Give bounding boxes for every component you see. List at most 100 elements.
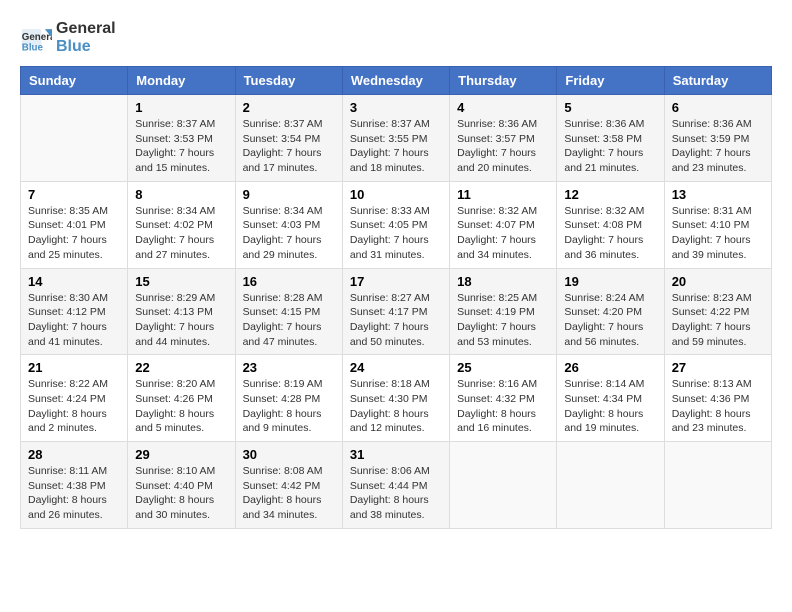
day-detail: Sunrise: 8:32 AMSunset: 4:07 PMDaylight:…: [457, 204, 549, 263]
calendar-cell: 21 Sunrise: 8:22 AMSunset: 4:24 PMDaylig…: [21, 355, 128, 442]
day-number: 31: [350, 447, 442, 462]
day-detail: Sunrise: 8:20 AMSunset: 4:26 PMDaylight:…: [135, 377, 227, 436]
day-number: 26: [564, 360, 656, 375]
day-number: 11: [457, 187, 549, 202]
day-number: 17: [350, 274, 442, 289]
weekday-header-row: SundayMondayTuesdayWednesdayThursdayFrid…: [21, 67, 772, 95]
day-number: 24: [350, 360, 442, 375]
weekday-header-tuesday: Tuesday: [235, 67, 342, 95]
day-detail: Sunrise: 8:23 AMSunset: 4:22 PMDaylight:…: [672, 291, 764, 350]
day-detail: Sunrise: 8:34 AMSunset: 4:03 PMDaylight:…: [243, 204, 335, 263]
svg-text:Blue: Blue: [22, 42, 44, 53]
day-number: 1: [135, 100, 227, 115]
calendar-cell: 31 Sunrise: 8:06 AMSunset: 4:44 PMDaylig…: [342, 442, 449, 529]
day-number: 5: [564, 100, 656, 115]
day-detail: Sunrise: 8:08 AMSunset: 4:42 PMDaylight:…: [243, 464, 335, 523]
calendar-cell: 25 Sunrise: 8:16 AMSunset: 4:32 PMDaylig…: [450, 355, 557, 442]
weekday-header-sunday: Sunday: [21, 67, 128, 95]
calendar-cell: 27 Sunrise: 8:13 AMSunset: 4:36 PMDaylig…: [664, 355, 771, 442]
calendar-cell: [450, 442, 557, 529]
day-number: 25: [457, 360, 549, 375]
day-detail: Sunrise: 8:25 AMSunset: 4:19 PMDaylight:…: [457, 291, 549, 350]
day-detail: Sunrise: 8:27 AMSunset: 4:17 PMDaylight:…: [350, 291, 442, 350]
logo-text: General Blue: [56, 20, 116, 56]
day-number: 13: [672, 187, 764, 202]
calendar-week-row: 28 Sunrise: 8:11 AMSunset: 4:38 PMDaylig…: [21, 442, 772, 529]
weekday-header-saturday: Saturday: [664, 67, 771, 95]
day-number: 23: [243, 360, 335, 375]
day-number: 29: [135, 447, 227, 462]
logo-icon: General Blue: [20, 22, 52, 54]
day-detail: Sunrise: 8:37 AMSunset: 3:55 PMDaylight:…: [350, 117, 442, 176]
calendar-cell: 11 Sunrise: 8:32 AMSunset: 4:07 PMDaylig…: [450, 181, 557, 268]
day-detail: Sunrise: 8:36 AMSunset: 3:58 PMDaylight:…: [564, 117, 656, 176]
day-number: 30: [243, 447, 335, 462]
day-detail: Sunrise: 8:34 AMSunset: 4:02 PMDaylight:…: [135, 204, 227, 263]
day-detail: Sunrise: 8:29 AMSunset: 4:13 PMDaylight:…: [135, 291, 227, 350]
day-number: 28: [28, 447, 120, 462]
day-number: 6: [672, 100, 764, 115]
day-detail: Sunrise: 8:16 AMSunset: 4:32 PMDaylight:…: [457, 377, 549, 436]
calendar-table: SundayMondayTuesdayWednesdayThursdayFrid…: [20, 66, 772, 529]
calendar-cell: 29 Sunrise: 8:10 AMSunset: 4:40 PMDaylig…: [128, 442, 235, 529]
day-detail: Sunrise: 8:31 AMSunset: 4:10 PMDaylight:…: [672, 204, 764, 263]
day-detail: Sunrise: 8:06 AMSunset: 4:44 PMDaylight:…: [350, 464, 442, 523]
calendar-week-row: 7 Sunrise: 8:35 AMSunset: 4:01 PMDayligh…: [21, 181, 772, 268]
day-detail: Sunrise: 8:22 AMSunset: 4:24 PMDaylight:…: [28, 377, 120, 436]
day-number: 15: [135, 274, 227, 289]
day-detail: Sunrise: 8:37 AMSunset: 3:53 PMDaylight:…: [135, 117, 227, 176]
day-number: 3: [350, 100, 442, 115]
calendar-cell: 23 Sunrise: 8:19 AMSunset: 4:28 PMDaylig…: [235, 355, 342, 442]
svg-text:General: General: [22, 32, 52, 43]
calendar-cell: 4 Sunrise: 8:36 AMSunset: 3:57 PMDayligh…: [450, 95, 557, 182]
calendar-week-row: 14 Sunrise: 8:30 AMSunset: 4:12 PMDaylig…: [21, 268, 772, 355]
day-number: 7: [28, 187, 120, 202]
calendar-week-row: 1 Sunrise: 8:37 AMSunset: 3:53 PMDayligh…: [21, 95, 772, 182]
calendar-cell: 3 Sunrise: 8:37 AMSunset: 3:55 PMDayligh…: [342, 95, 449, 182]
day-detail: Sunrise: 8:35 AMSunset: 4:01 PMDaylight:…: [28, 204, 120, 263]
day-number: 12: [564, 187, 656, 202]
day-detail: Sunrise: 8:28 AMSunset: 4:15 PMDaylight:…: [243, 291, 335, 350]
calendar-cell: 20 Sunrise: 8:23 AMSunset: 4:22 PMDaylig…: [664, 268, 771, 355]
calendar-cell: 30 Sunrise: 8:08 AMSunset: 4:42 PMDaylig…: [235, 442, 342, 529]
weekday-header-monday: Monday: [128, 67, 235, 95]
day-detail: Sunrise: 8:14 AMSunset: 4:34 PMDaylight:…: [564, 377, 656, 436]
day-number: 18: [457, 274, 549, 289]
day-detail: Sunrise: 8:36 AMSunset: 3:59 PMDaylight:…: [672, 117, 764, 176]
calendar-cell: 19 Sunrise: 8:24 AMSunset: 4:20 PMDaylig…: [557, 268, 664, 355]
day-number: 14: [28, 274, 120, 289]
day-number: 4: [457, 100, 549, 115]
calendar-cell: 7 Sunrise: 8:35 AMSunset: 4:01 PMDayligh…: [21, 181, 128, 268]
day-detail: Sunrise: 8:33 AMSunset: 4:05 PMDaylight:…: [350, 204, 442, 263]
day-detail: Sunrise: 8:32 AMSunset: 4:08 PMDaylight:…: [564, 204, 656, 263]
calendar-cell: 12 Sunrise: 8:32 AMSunset: 4:08 PMDaylig…: [557, 181, 664, 268]
calendar-cell: 5 Sunrise: 8:36 AMSunset: 3:58 PMDayligh…: [557, 95, 664, 182]
day-number: 16: [243, 274, 335, 289]
day-number: 8: [135, 187, 227, 202]
calendar-cell: 15 Sunrise: 8:29 AMSunset: 4:13 PMDaylig…: [128, 268, 235, 355]
day-number: 10: [350, 187, 442, 202]
day-detail: Sunrise: 8:36 AMSunset: 3:57 PMDaylight:…: [457, 117, 549, 176]
day-detail: Sunrise: 8:24 AMSunset: 4:20 PMDaylight:…: [564, 291, 656, 350]
day-number: 9: [243, 187, 335, 202]
calendar-cell: 8 Sunrise: 8:34 AMSunset: 4:02 PMDayligh…: [128, 181, 235, 268]
calendar-cell: 2 Sunrise: 8:37 AMSunset: 3:54 PMDayligh…: [235, 95, 342, 182]
page-header: General Blue General Blue: [20, 20, 772, 56]
calendar-cell: 16 Sunrise: 8:28 AMSunset: 4:15 PMDaylig…: [235, 268, 342, 355]
calendar-cell: 28 Sunrise: 8:11 AMSunset: 4:38 PMDaylig…: [21, 442, 128, 529]
day-number: 19: [564, 274, 656, 289]
calendar-cell: 22 Sunrise: 8:20 AMSunset: 4:26 PMDaylig…: [128, 355, 235, 442]
calendar-cell: [664, 442, 771, 529]
weekday-header-friday: Friday: [557, 67, 664, 95]
calendar-cell: [21, 95, 128, 182]
day-detail: Sunrise: 8:37 AMSunset: 3:54 PMDaylight:…: [243, 117, 335, 176]
calendar-week-row: 21 Sunrise: 8:22 AMSunset: 4:24 PMDaylig…: [21, 355, 772, 442]
weekday-header-thursday: Thursday: [450, 67, 557, 95]
day-number: 27: [672, 360, 764, 375]
calendar-cell: 14 Sunrise: 8:30 AMSunset: 4:12 PMDaylig…: [21, 268, 128, 355]
calendar-cell: 18 Sunrise: 8:25 AMSunset: 4:19 PMDaylig…: [450, 268, 557, 355]
calendar-cell: 17 Sunrise: 8:27 AMSunset: 4:17 PMDaylig…: [342, 268, 449, 355]
calendar-cell: 9 Sunrise: 8:34 AMSunset: 4:03 PMDayligh…: [235, 181, 342, 268]
weekday-header-wednesday: Wednesday: [342, 67, 449, 95]
calendar-cell: 1 Sunrise: 8:37 AMSunset: 3:53 PMDayligh…: [128, 95, 235, 182]
